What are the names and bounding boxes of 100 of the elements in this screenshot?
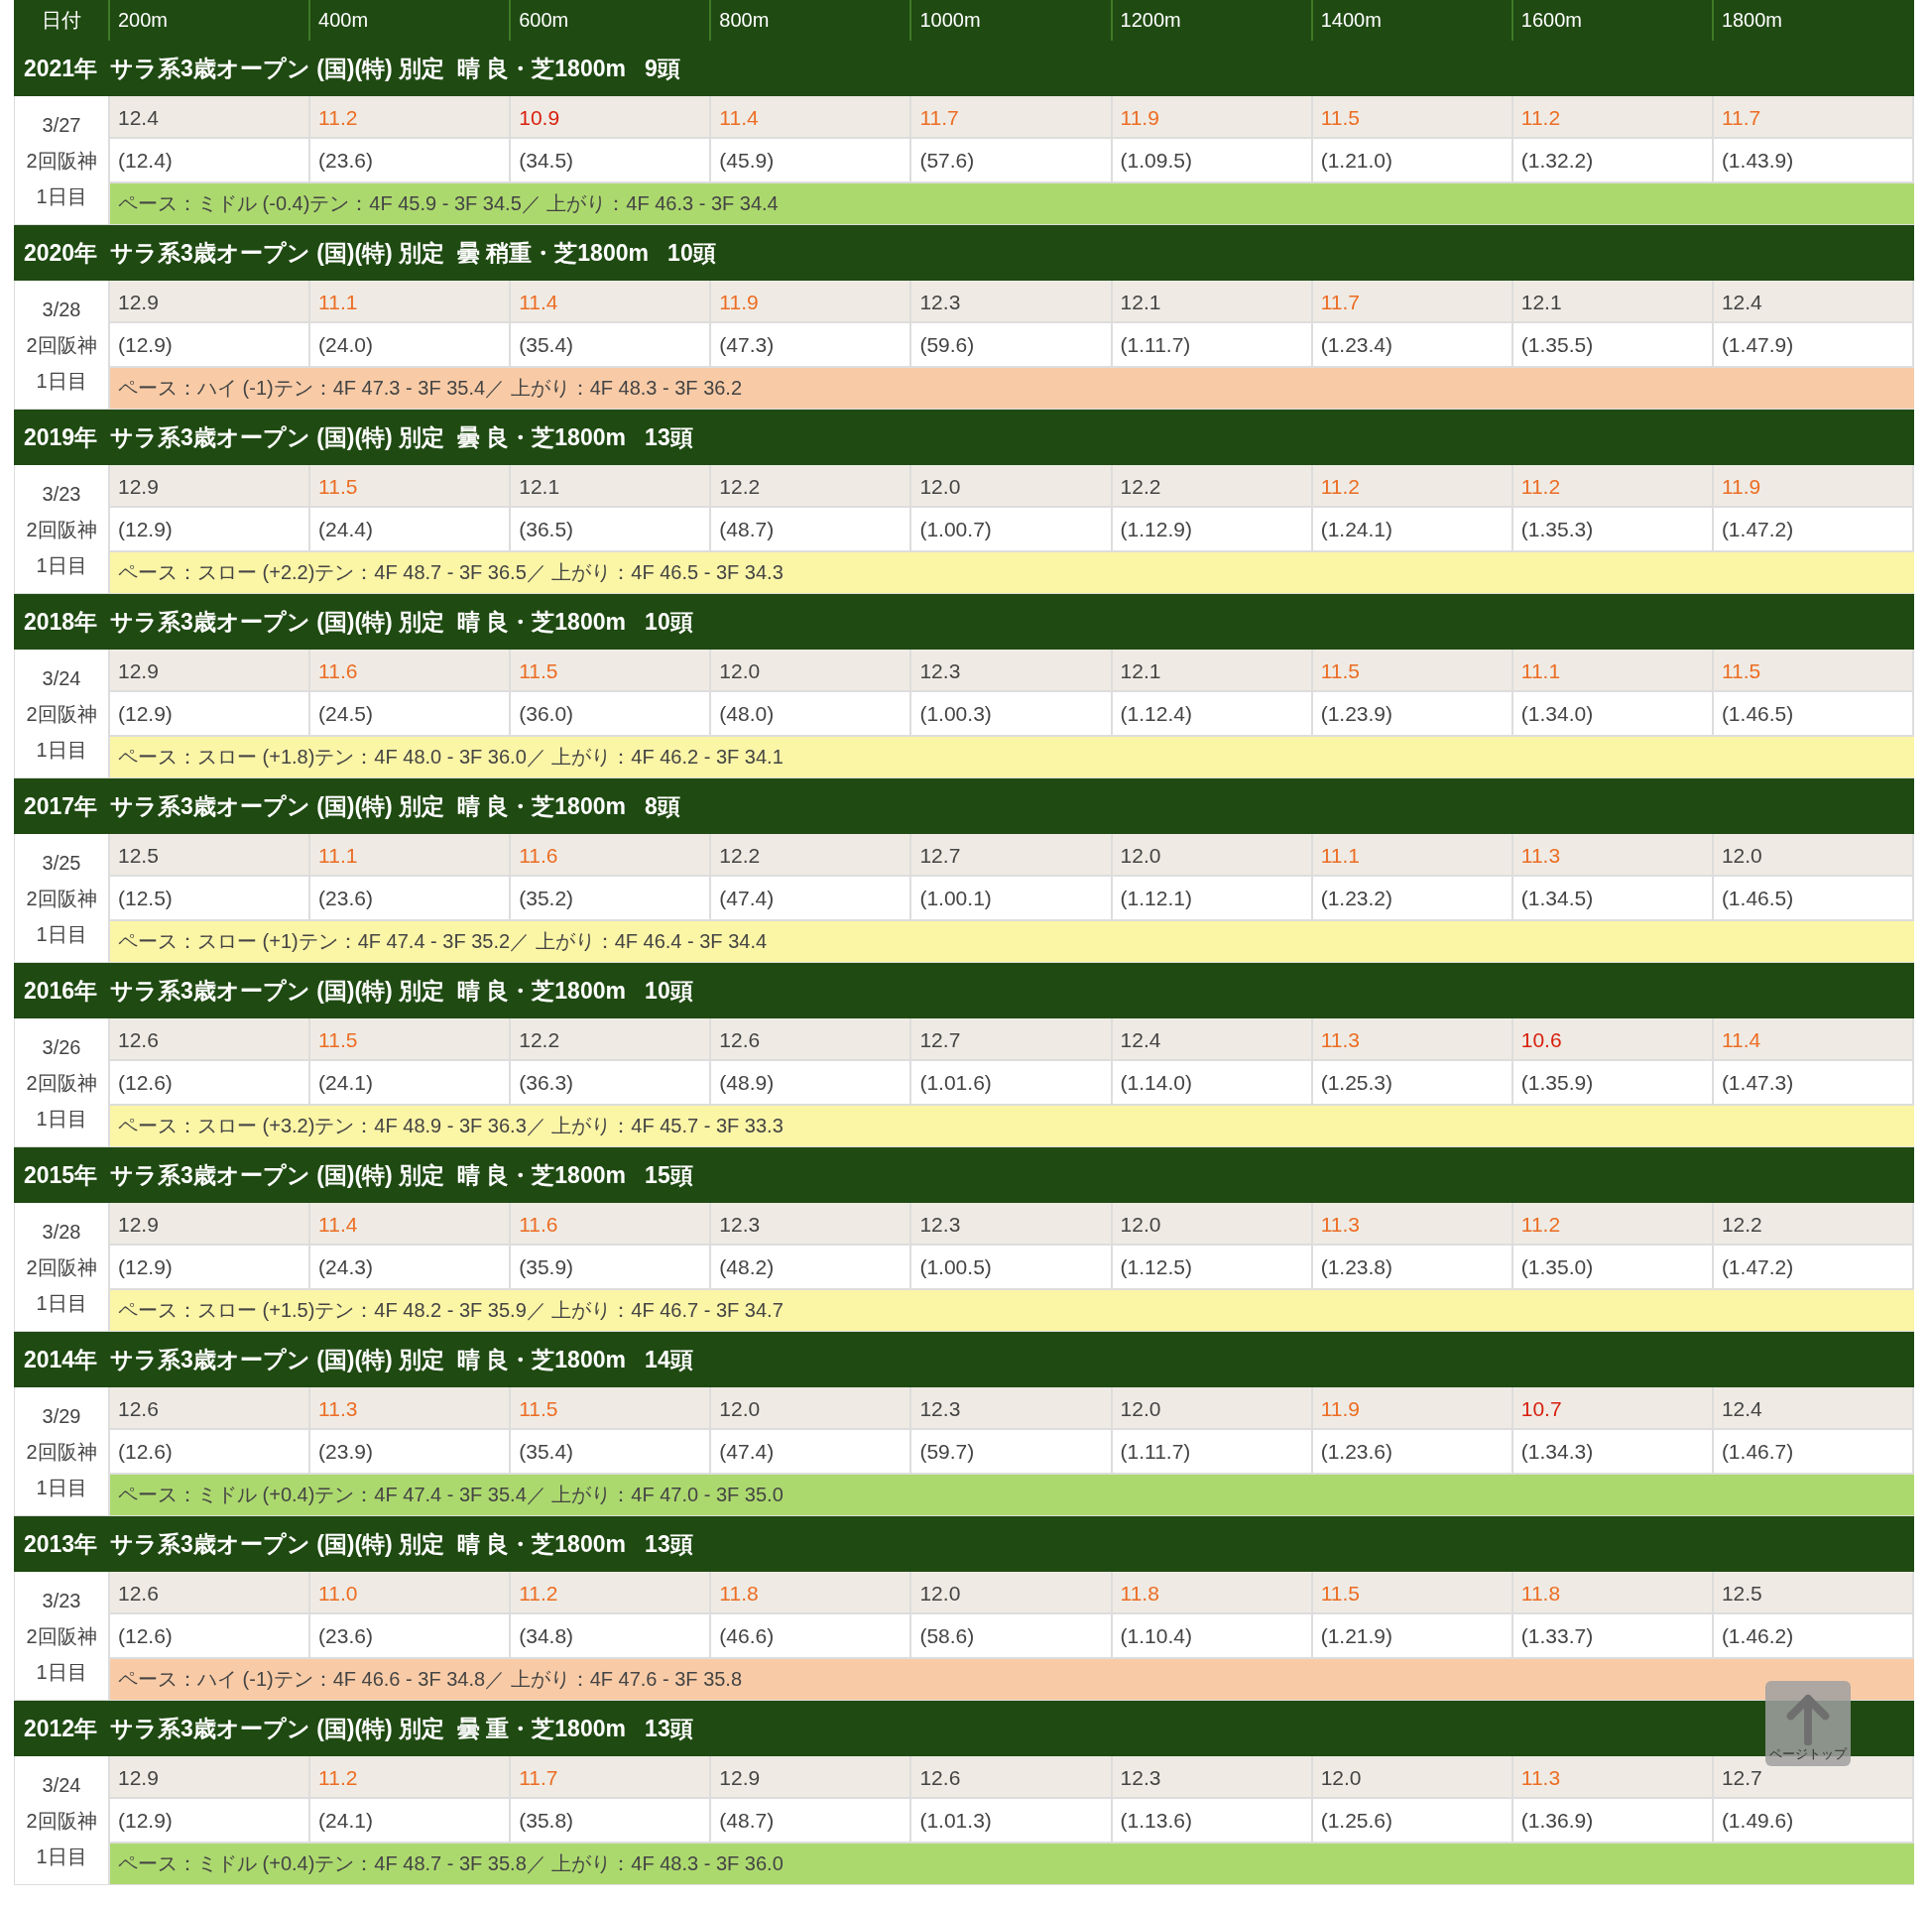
lap-time-cell: 11.3 xyxy=(1512,834,1714,877)
lap-time-cell: 11.5 xyxy=(310,1018,512,1061)
lap-time-cell: 11.2 xyxy=(1512,465,1714,508)
lap-time-cell: 12.6 xyxy=(711,1018,912,1061)
lap-time-cell: 11.7 xyxy=(1713,96,1914,139)
lap-time-cell: 11.4 xyxy=(511,281,712,323)
lap-time-cell: 12.1 xyxy=(511,465,712,508)
lap-time-cell: 12.0 xyxy=(1713,834,1914,877)
lap-time-cell: 12.4 xyxy=(1713,281,1914,323)
lap-time-cell: 12.3 xyxy=(1112,1756,1313,1799)
pace-bar: ペース：スロー (+1)テン：4F 47.4 - 3F 35.2／ 上がり：4F 46.4 - 3F 34.4 xyxy=(110,919,1914,962)
lap-time-cell: 12.7 xyxy=(911,1018,1113,1061)
race-day: 1日目 xyxy=(36,1473,87,1501)
lap-time-cell: 11.1 xyxy=(1312,834,1513,877)
lap-time-cell: 11.3 xyxy=(1312,1018,1513,1061)
lap-time-cell: 12.2 xyxy=(511,1018,712,1061)
race-title: 2019年 サラ系3歳オープン (国)(特) 別定 曇 良・芝1800m 13頭 xyxy=(14,410,1914,465)
column-header: 1800m xyxy=(1720,8,1784,33)
lap-time-cell: 11.9 xyxy=(711,281,912,323)
pace-bar: ペース：スロー (+1.5)テン：4F 48.2 - 3F 35.9／ 上がり：4F 46.7 - 3F 34.7 xyxy=(110,1288,1914,1331)
race-date: 3/29 xyxy=(42,1403,81,1429)
meeting-text: 2回阪神 xyxy=(26,517,97,542)
race-title: 2018年 サラ系3歳オープン (国)(特) 別定 晴 良・芝1800m 10頭 xyxy=(14,594,1914,650)
race-day: 1日目 xyxy=(36,366,87,395)
lap-time-cell: 12.2 xyxy=(711,834,912,877)
race-day: 1日目 xyxy=(36,919,87,948)
lap-time-cell: 12.0 xyxy=(1112,1387,1313,1430)
lap-time-cell: 11.6 xyxy=(511,1203,712,1246)
lap-time-cell: 12.0 xyxy=(711,650,912,692)
pace-bar: ペース：スロー (+3.2)テン：4F 48.9 - 3F 36.3／ 上がり：4F 45.7 - 3F 33.3 xyxy=(110,1104,1914,1146)
lap-time-cell: 12.1 xyxy=(1512,281,1714,323)
meeting-text: 2回阪神 xyxy=(26,1808,97,1834)
lap-time-cell: 12.9 xyxy=(110,1203,311,1246)
lap-time-cell: 12.9 xyxy=(110,650,311,692)
lap-time-cell: 11.6 xyxy=(511,834,712,877)
lap-time-cell: 12.0 xyxy=(711,1387,912,1430)
race-day: 1日目 xyxy=(36,1657,87,1686)
lap-time-cell: 12.4 xyxy=(110,96,311,139)
lap-time-cell: 12.9 xyxy=(711,1756,912,1799)
lap-time-cell: 12.2 xyxy=(1713,1203,1914,1246)
lap-time-cell: 11.7 xyxy=(511,1756,712,1799)
lap-time-cell: 11.5 xyxy=(1312,650,1513,692)
lap-time-cell: 12.6 xyxy=(911,1756,1113,1799)
race-day: 1日目 xyxy=(36,735,87,764)
lap-time-cell: 12.3 xyxy=(911,650,1113,692)
race-date: 3/24 xyxy=(42,1772,81,1798)
race-day: 1日目 xyxy=(36,181,87,210)
lap-time-cell: 12.4 xyxy=(1112,1018,1313,1061)
race-day: 1日目 xyxy=(36,1842,87,1870)
race-date: 3/23 xyxy=(42,1588,81,1613)
race-title: 2017年 サラ系3歳オープン (国)(特) 別定 晴 良・芝1800m 8頭 xyxy=(14,778,1914,834)
lap-time-cell: 12.3 xyxy=(711,1203,912,1246)
lap-time-cell: 11.9 xyxy=(1713,465,1914,508)
race-day: 1日目 xyxy=(36,1104,87,1132)
race-date: 3/26 xyxy=(42,1034,81,1060)
lap-time-cell: 12.2 xyxy=(711,465,912,508)
meeting-text: 2回阪神 xyxy=(26,701,97,727)
lap-time-cell: 12.6 xyxy=(110,1387,311,1430)
lap-time-cell: 11.6 xyxy=(310,650,512,692)
lap-time-cell: 11.5 xyxy=(310,465,512,508)
race-date: 3/27 xyxy=(42,112,81,138)
lap-time-cell: 11.7 xyxy=(1312,281,1513,323)
lap-time-cell: 11.4 xyxy=(1713,1018,1914,1061)
meeting-text: 2回阪神 xyxy=(26,1623,97,1649)
lap-time-cell: 12.9 xyxy=(110,281,311,323)
lap-time-cell: 11.2 xyxy=(310,1756,512,1799)
lap-time-cell: 11.5 xyxy=(1312,1572,1513,1614)
lap-time-cell: 11.5 xyxy=(511,650,712,692)
lap-time-cell: 11.4 xyxy=(711,96,912,139)
race-title: 2020年 サラ系3歳オープン (国)(特) 別定 曇 稍重・芝1800m 10頭 xyxy=(14,225,1914,281)
lap-time-cell: 11.0 xyxy=(310,1572,512,1614)
lap-time-cell: 11.2 xyxy=(1312,465,1513,508)
race-date: 3/25 xyxy=(42,850,81,876)
lap-time-cell: 10.6 xyxy=(1512,1018,1714,1061)
pace-bar: ペース：ミドル (+0.4)テン：4F 48.7 - 3F 35.8／ 上がり：4F 48.3 - 3F 36.0 xyxy=(110,1842,1914,1884)
race-day: 1日目 xyxy=(36,1288,87,1317)
pace-bar: ペース：ミドル (-0.4)テン：4F 45.9 - 3F 34.5／ 上がり：4F 46.3 - 3F 34.4 xyxy=(110,181,1914,224)
meeting-text: 2回阪神 xyxy=(26,886,97,911)
lap-time-cell: 11.1 xyxy=(1512,650,1714,692)
lap-time-cell: 11.2 xyxy=(511,1572,712,1614)
lap-time-cell: 12.0 xyxy=(1312,1756,1513,1799)
lap-time-cell: 11.5 xyxy=(511,1387,712,1430)
lap-time-cell: 12.5 xyxy=(110,834,311,877)
lap-time-cell: 12.0 xyxy=(1112,834,1313,877)
lap-time-cell: 12.3 xyxy=(911,1203,1113,1246)
lap-time-cell: 12.3 xyxy=(911,281,1113,323)
lap-time-cell: 11.1 xyxy=(310,281,512,323)
race-day: 1日目 xyxy=(36,550,87,579)
lap-time-cell: 12.9 xyxy=(110,1756,311,1799)
lap-time-cell: 12.3 xyxy=(911,1387,1113,1430)
race-title: 2021年 サラ系3歳オープン (国)(特) 別定 晴 良・芝1800m 9頭 xyxy=(14,41,1914,96)
meeting-text: 2回阪神 xyxy=(26,332,97,358)
lap-time-cell: 12.0 xyxy=(911,465,1113,508)
lap-time-cell: 10.7 xyxy=(1512,1387,1714,1430)
lap-time-cell: 12.0 xyxy=(1112,1203,1313,1246)
race-title: 2016年 サラ系3歳オープン (国)(特) 別定 晴 良・芝1800m 10頭 xyxy=(14,963,1914,1018)
lap-time-cell: 11.8 xyxy=(1112,1572,1313,1614)
pace-bar: ペース：ハイ (-1)テン：4F 46.6 - 3F 34.8／ 上がり：4F 47.6 - 3F 35.8 xyxy=(110,1657,1914,1700)
lap-time-cell: 10.9 xyxy=(511,96,712,139)
race-date: 3/28 xyxy=(42,1219,81,1245)
